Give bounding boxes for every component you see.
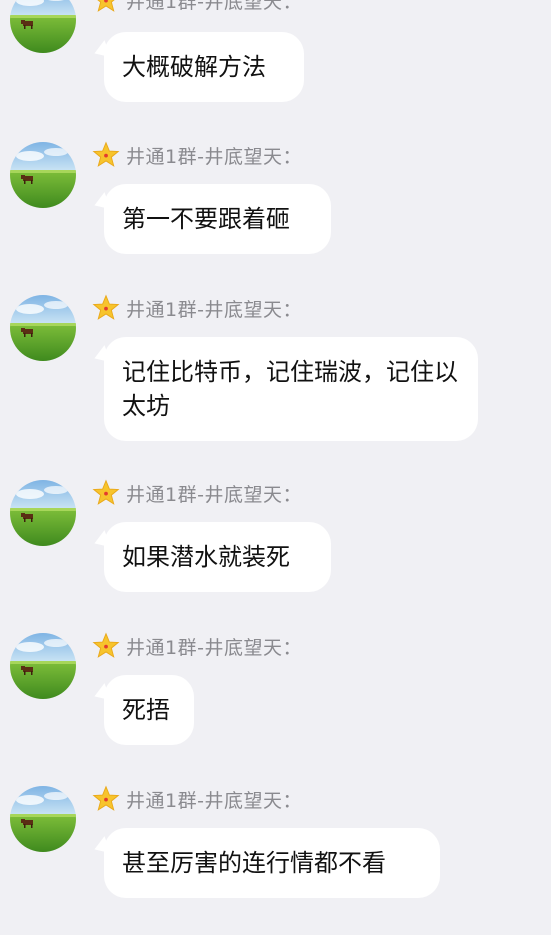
landscape-cow-avatar-icon [10, 480, 76, 546]
avatar[interactable] [10, 480, 76, 546]
star-icon [92, 632, 120, 658]
message-bubble[interactable]: 如果潜水就装死 [104, 522, 331, 592]
star-icon [97, 0, 115, 12]
sender-line: 井通1群-井底望天： [92, 631, 302, 661]
landscape-cow-avatar-icon [10, 786, 76, 852]
sender-name: 井通1群-井底望天： [126, 636, 302, 659]
sender-line: 井通1群-井底望天： [92, 478, 302, 508]
message-bubble[interactable]: 记住比特币，记住瑞波，记住以太坊 [104, 337, 478, 441]
sender-line: 井通1群-井底望天： [92, 293, 302, 323]
avatar[interactable] [10, 633, 76, 699]
message-bubble[interactable]: 甚至厉害的连行情都不看 [104, 828, 440, 898]
avatar[interactable] [10, 142, 76, 208]
sender-name: 井通1群-井底望天： [126, 145, 302, 168]
sender-line: 井通1群-井底望天： [92, 784, 302, 814]
message-bubble[interactable]: 第一不要跟着砸 [104, 184, 331, 254]
landscape-cow-avatar-icon [10, 142, 76, 208]
sender-line: 井通1群-井底望天： [92, 140, 302, 170]
sender-name: 井通1群-井底望天： [126, 789, 302, 812]
sender-name: 井通1群-井底望天： [126, 0, 302, 13]
chat-message-list[interactable]: 井通1群-井底望天： 大概破解方法 井通1群-井底望天： 第一不要跟着砸 井通1… [0, 0, 551, 935]
avatar[interactable] [10, 786, 76, 852]
sender-name: 井通1群-井底望天： [126, 298, 302, 321]
star-icon [92, 479, 120, 505]
sender-name: 井通1群-井底望天： [126, 483, 302, 506]
sender-line: 井通1群-井底望天： [92, 0, 302, 15]
star-icon [92, 785, 120, 811]
message-bubble[interactable]: 大概破解方法 [104, 32, 304, 102]
avatar[interactable] [10, 295, 76, 361]
avatar[interactable] [10, 0, 76, 53]
star-icon [92, 141, 120, 167]
landscape-cow-avatar-icon [10, 0, 76, 53]
star-icon [92, 294, 120, 320]
landscape-cow-avatar-icon [10, 295, 76, 361]
message-bubble[interactable]: 死捂 [104, 675, 194, 745]
landscape-cow-avatar-icon [10, 633, 76, 699]
